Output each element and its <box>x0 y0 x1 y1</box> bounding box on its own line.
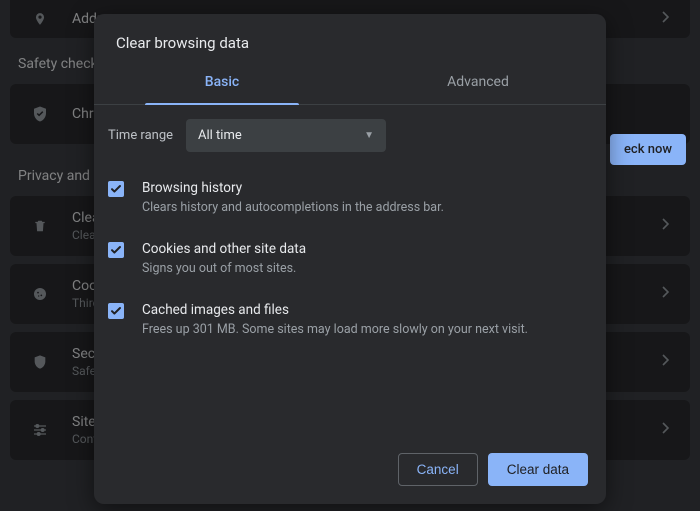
trash-icon <box>30 218 50 234</box>
sliders-icon <box>30 422 50 438</box>
option-desc: Clears history and autocompletions in th… <box>142 200 444 217</box>
chevron-right-icon <box>662 354 670 370</box>
time-range-row: Time range All time ▼ <box>94 105 606 158</box>
dialog-title: Clear browsing data <box>94 14 606 62</box>
shield-icon <box>30 354 50 370</box>
option-cookies: Cookies and other site data Signs you ou… <box>104 229 590 290</box>
clear-data-button[interactable]: Clear data <box>488 453 588 486</box>
checkbox-browsing-history[interactable] <box>108 181 124 197</box>
option-cached: Cached images and files Frees up 301 MB.… <box>104 290 590 351</box>
clear-browsing-data-dialog: Clear browsing data Basic Advanced Time … <box>94 14 606 504</box>
checkbox-cookies[interactable] <box>108 242 124 258</box>
dropdown-triangle-icon: ▼ <box>364 130 374 141</box>
chevron-right-icon <box>662 11 670 27</box>
time-range-label: Time range <box>108 128 186 143</box>
chevron-right-icon <box>662 218 670 234</box>
chevron-right-icon <box>662 286 670 302</box>
option-browsing-history: Browsing history Clears history and auto… <box>104 168 590 229</box>
tab-advanced[interactable]: Advanced <box>350 62 606 104</box>
option-desc: Frees up 301 MB. Some sites may load mor… <box>142 322 528 339</box>
check-now-button-fragment: eck now <box>610 134 686 165</box>
location-pin-icon <box>30 12 50 26</box>
option-title: Browsing history <box>142 180 444 196</box>
option-title: Cookies and other site data <box>142 241 306 257</box>
tab-basic[interactable]: Basic <box>94 62 350 104</box>
cancel-button[interactable]: Cancel <box>398 453 478 486</box>
chevron-right-icon <box>662 422 670 438</box>
shield-check-icon <box>30 105 50 123</box>
cookie-icon <box>30 286 50 302</box>
dialog-footer: Cancel Clear data <box>94 439 606 504</box>
checkbox-cached[interactable] <box>108 303 124 319</box>
time-range-select[interactable]: All time ▼ <box>186 119 386 152</box>
option-desc: Signs you out of most sites. <box>142 261 306 278</box>
option-title: Cached images and files <box>142 302 528 318</box>
time-range-value: All time <box>198 128 242 143</box>
dialog-tabs: Basic Advanced <box>94 62 606 105</box>
options-list: Browsing history Clears history and auto… <box>94 158 606 351</box>
